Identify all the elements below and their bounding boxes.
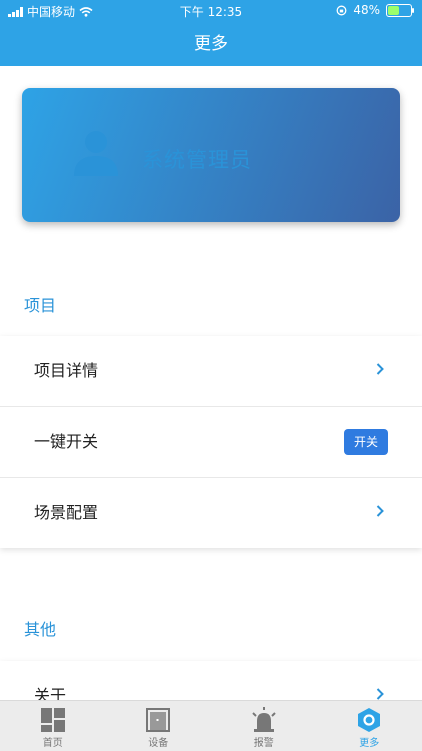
other-group: 关于 [0,661,422,700]
tab-devices[interactable]: 设备 [106,701,212,751]
tab-home[interactable]: 首页 [0,701,106,751]
page-title: 更多 [0,22,422,66]
project-group: 项目详情 一键开关 开关 场景配置 [0,336,422,548]
row-label: 场景配置 [34,478,98,548]
section-title-project: 项目 [24,292,56,316]
row-one-key-switch: 一键开关 开关 [0,406,422,477]
tab-label: 首页 [0,734,106,749]
alarm-siren-icon [250,707,278,733]
more-hexagon-icon [355,707,383,733]
user-avatar-icon [72,128,120,178]
battery-fill [388,6,399,15]
row-label: 关于 [34,661,66,700]
tab-more[interactable]: 更多 [317,701,422,751]
section-title-other: 其他 [24,616,56,640]
device-cabinet-icon [144,707,172,733]
home-grid-icon [39,707,67,733]
tab-label: 更多 [317,734,422,749]
rotation-lock-icon [336,5,347,16]
profile-name: 系统管理员 [142,144,252,174]
row-about[interactable]: 关于 [0,661,422,700]
row-label: 项目详情 [34,336,98,406]
nav-bar: 更多 [0,22,422,66]
row-project-details[interactable]: 项目详情 [0,336,422,406]
status-bar: 中国移动 下午 12:35 48% [0,0,422,22]
tab-label: 设备 [106,734,212,749]
row-label: 一键开关 [34,407,98,477]
battery-icon [386,4,412,17]
profile-card: 系统管理员 [22,88,400,222]
content-area[interactable]: 系统管理员 项目 项目详情 一键开关 开关 场景配置 其他 关于 [0,66,422,700]
status-right: 48% [336,3,412,17]
row-scene-config[interactable]: 场景配置 [0,477,422,548]
tab-bar: 首页 设备 报警 更多 [0,700,422,751]
tab-alarm[interactable]: 报警 [211,701,317,751]
chevron-right-icon [376,688,384,700]
switch-button[interactable]: 开关 [344,429,388,455]
chevron-right-icon [376,505,384,517]
tab-label: 报警 [211,734,317,749]
battery-percent: 48% [353,3,380,17]
chevron-right-icon [376,363,384,375]
